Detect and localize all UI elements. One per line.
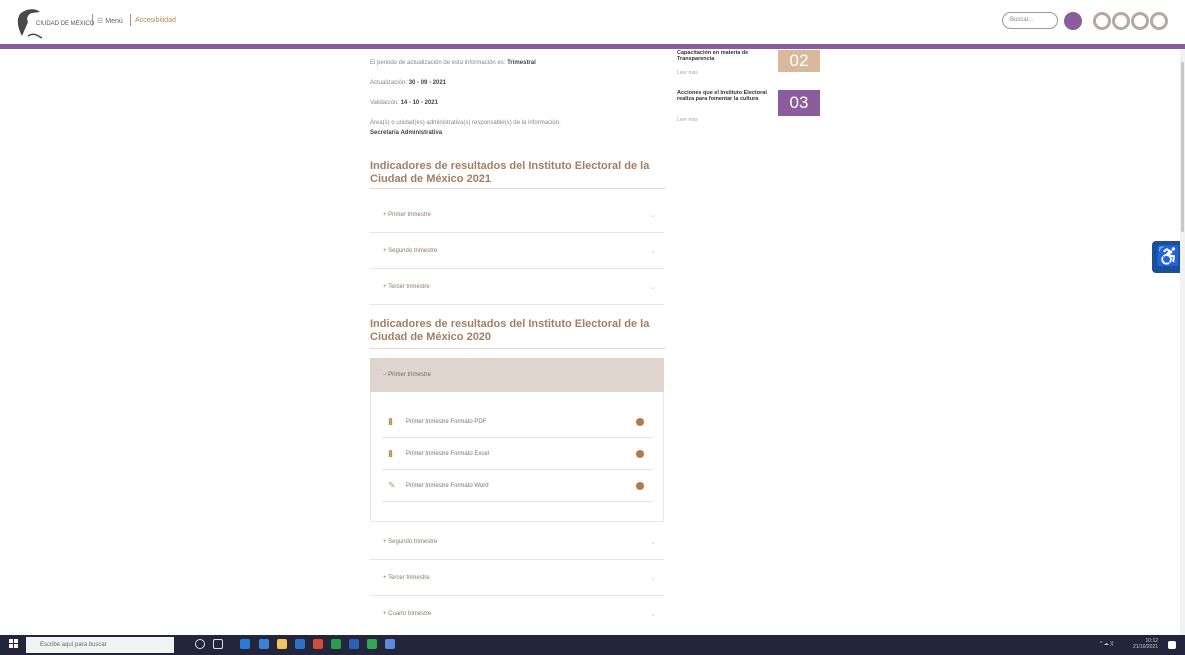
excel-icon: ▮: [388, 448, 393, 458]
browser-icon[interactable]: [313, 639, 323, 649]
sidebar-card-02[interactable]: Capacitación en materia de Transparencia…: [677, 50, 827, 84]
accordion-2021-q2[interactable]: + Segundo trimestre ⌄: [370, 235, 664, 269]
facebook-icon[interactable]: [1093, 12, 1111, 30]
heading-divider: [370, 188, 665, 189]
sidebar-card-title: Acciones que el Instituto Electoral real…: [677, 90, 767, 102]
file-row-pdf[interactable]: ▮ Primer trimestre Formato PDF: [382, 408, 652, 438]
accordion-2020-q3[interactable]: + Tercer trimestre ⌄: [370, 562, 664, 596]
header-divider: [0, 44, 1185, 49]
app-icon[interactable]: [367, 639, 377, 649]
sidebar-card-link[interactable]: Leer más: [677, 70, 698, 76]
sidebar-card-link[interactable]: Leer más: [677, 117, 698, 123]
instagram-icon[interactable]: [1150, 12, 1168, 30]
update-date-text: Actualización: 30 - 09 - 2021: [370, 80, 447, 86]
accordion-2020-q1-open[interactable]: − Primer trimestre: [370, 358, 664, 392]
sidebar-card-number: 03: [778, 90, 820, 116]
sidebar-card-03[interactable]: Acciones que el Instituto Electoral real…: [677, 90, 827, 124]
nav-divider: [92, 14, 93, 26]
nav-divider: [130, 14, 131, 26]
taskbar-clock[interactable]: 10:12 21/10/2021: [1133, 638, 1158, 650]
download-icon[interactable]: [636, 418, 644, 426]
task-view-icon[interactable]: [213, 639, 223, 649]
accordion-2020-q4[interactable]: + Cuarto trimestre ⌄: [370, 598, 664, 632]
download-icon[interactable]: [636, 450, 644, 458]
responsible-area-value: Secretaría Administrativa: [370, 130, 443, 136]
chevron-down-icon: ⌄: [650, 284, 656, 291]
file-row-word[interactable]: ✎ Primer trimestre Formato Word: [382, 472, 652, 502]
sidebar-card-number: 02: [778, 50, 820, 72]
nav-accessibility-link[interactable]: Accesibilidad: [135, 17, 176, 24]
chevron-down-icon: ⌄: [650, 575, 656, 582]
chevron-down-icon: ⌄: [650, 212, 656, 219]
excel-app-icon[interactable]: [331, 639, 341, 649]
cortana-icon[interactable]: [195, 639, 205, 649]
scrollbar-thumb[interactable]: [1181, 62, 1184, 232]
chevron-down-icon: ⌄: [650, 248, 656, 255]
twitter-icon[interactable]: [1112, 12, 1130, 30]
accordion-2021-q1[interactable]: + Primer trimestre ⌄: [370, 199, 664, 233]
search-input[interactable]: Buscar...: [1002, 12, 1058, 29]
chevron-down-icon: ⌄: [650, 611, 656, 618]
section-heading-2021: Indicadores de resultados del Instituto …: [370, 160, 650, 185]
section-heading-2020: Indicadores de resultados del Instituto …: [370, 318, 650, 343]
notification-icon[interactable]: [1168, 641, 1176, 649]
windows-start-icon[interactable]: [9, 639, 19, 649]
file-explorer-icon[interactable]: [277, 639, 287, 649]
store-icon[interactable]: [259, 639, 269, 649]
pdf-icon: ▮: [388, 416, 393, 426]
validation-date-text: Validación: 14 - 10 - 2021: [370, 100, 438, 106]
chevron-down-icon: ⌄: [650, 539, 656, 546]
nav-menu-link[interactable]: ☰ Menú: [97, 17, 123, 25]
taskbar-search-input[interactable]: Escribe aquí para buscar: [26, 637, 174, 653]
download-icon[interactable]: [636, 482, 644, 490]
accordion-2020-q2[interactable]: + Segundo trimestre ⌄: [370, 526, 664, 560]
responsible-area-label: Área(s) o unidad(es) administrativa(s) r…: [370, 120, 561, 126]
tray-icons[interactable]: ^ ☁ )): [1100, 641, 1113, 647]
sidebar-card-title: Capacitación en materia de Transparencia: [677, 50, 749, 62]
app-icon[interactable]: [385, 639, 395, 649]
logo-caption: CIUDAD DE MÉXICO: [36, 21, 95, 27]
accordion-2021-q3[interactable]: + Tercer trimestre ⌄: [370, 271, 664, 305]
youtube-icon[interactable]: [1131, 12, 1149, 30]
update-period-text: El periodo de actualización de esta info…: [370, 60, 536, 66]
edge-icon[interactable]: [240, 639, 250, 649]
word-icon: ✎: [388, 480, 396, 490]
file-row-excel[interactable]: ▮ Primer trimestre Formato Excel: [382, 440, 652, 470]
search-icon[interactable]: [1064, 12, 1082, 30]
heading-divider: [370, 348, 665, 349]
mail-icon[interactable]: [295, 639, 305, 649]
windows-taskbar: Escribe aquí para buscar ^ ☁ )) 10:12 21/…: [0, 635, 1185, 655]
word-app-icon[interactable]: [349, 639, 359, 649]
